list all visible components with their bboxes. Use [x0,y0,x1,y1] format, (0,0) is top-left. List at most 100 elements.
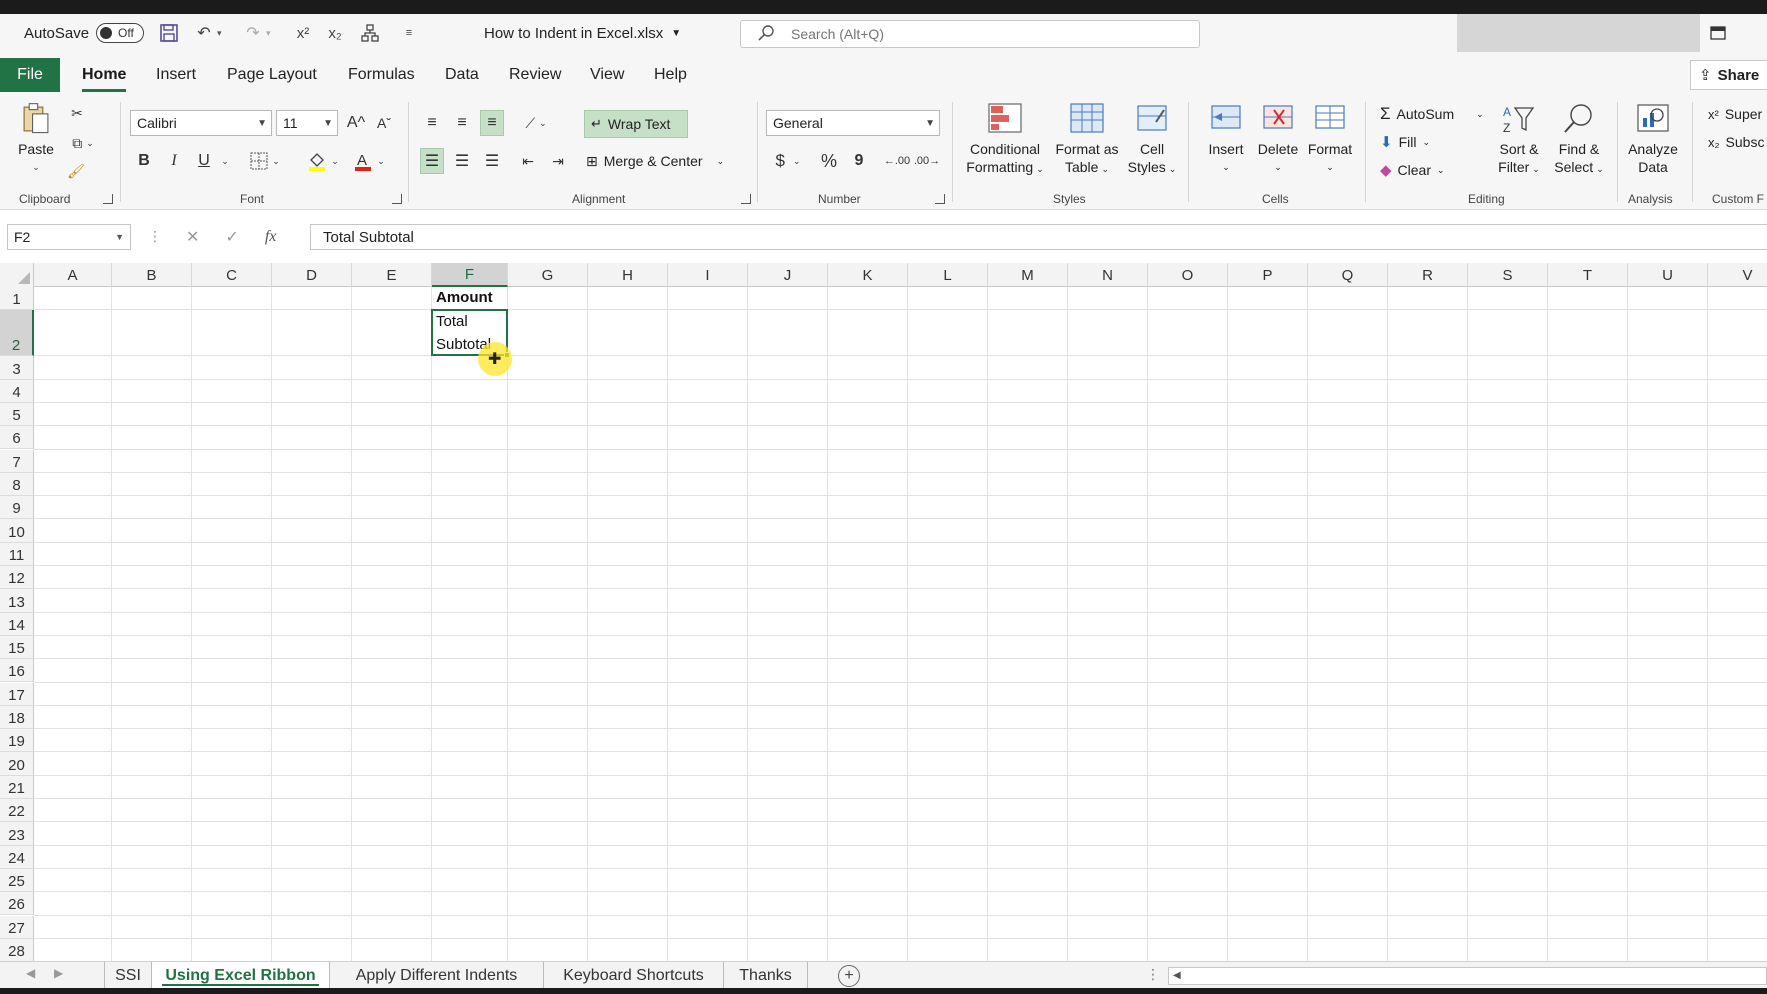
row-header-23[interactable]: 23 [0,822,34,846]
sheet-tab-apply-different-indents[interactable]: Apply Different Indents [330,962,544,989]
superscript-button[interactable]: x² Super [1708,102,1762,126]
row-header-3[interactable]: 3 [0,356,34,380]
sort-filter-button[interactable]: AZ Sort & Filter ⌄ [1490,102,1548,178]
column-header-q[interactable]: Q [1308,263,1388,287]
search-input[interactable] [791,26,1171,42]
increase-font-button[interactable]: A^ [344,110,368,136]
underline-button[interactable]: U [192,148,216,174]
sheet-tab-using-excel-ribbon[interactable]: Using Excel Ribbon [152,962,330,989]
insert-cells-button[interactable]: Insert ⌄ [1198,102,1254,176]
top-align-button[interactable]: ≡ [420,110,444,136]
row-header-19[interactable]: 19 [0,729,34,753]
wrap-text-button[interactable]: ↵ Wrap Text [584,110,688,138]
decrease-decimal-button[interactable]: .00→ [914,148,940,174]
comma-style-button[interactable]: 9 [848,148,870,174]
column-header-b[interactable]: B [112,263,192,287]
undo-button[interactable]: ↶ ▾ [193,14,221,52]
column-header-f[interactable]: F [432,263,508,287]
ribbon-display-options-icon[interactable] [1710,14,1726,52]
row-header-14[interactable]: 14 [0,612,34,636]
analyze-data-button[interactable]: Analyze Data [1624,102,1682,176]
column-header-s[interactable]: S [1468,263,1548,287]
bold-button[interactable]: B [132,148,156,174]
font-name-combo[interactable]: Calibri ▼ [130,110,272,136]
row-header-21[interactable]: 21 [0,775,34,799]
subscript-quick-button[interactable]: x₂ [324,14,346,52]
increase-indent-button[interactable]: ⇥ [546,148,570,174]
row-header-2[interactable]: 2 [0,310,34,357]
row-header-5[interactable]: 5 [0,402,34,427]
column-header-a[interactable]: A [34,263,112,287]
italic-button[interactable]: I [162,148,186,174]
row-header-8[interactable]: 8 [0,472,34,497]
number-launcher[interactable] [935,194,945,204]
tab-splitter-icon[interactable]: ⋮ [1146,966,1160,983]
tab-file[interactable]: File [0,58,60,92]
row-header-24[interactable]: 24 [0,845,34,869]
borders-button[interactable]: ⌄ [246,148,284,174]
search-box[interactable] [740,20,1200,48]
copy-button[interactable]: ⧉ ⌄ [64,132,102,154]
horizontal-scrollbar[interactable]: ◀ [1168,967,1767,985]
row-header-6[interactable]: 6 [0,426,34,450]
clipboard-launcher[interactable] [103,194,113,204]
enter-check-icon[interactable]: ✓ [225,227,238,247]
redo-dropdown-icon[interactable]: ▾ [266,28,271,39]
format-painter-button[interactable]: 🖌 [64,160,88,182]
column-header-v[interactable]: V [1708,263,1767,287]
sheet-prev-icon[interactable]: ◀ [26,966,35,980]
conditional-formatting-button[interactable]: Conditional Formatting ⌄ [960,102,1050,178]
subscript-button[interactable]: x₂ Subsc [1708,130,1764,154]
align-center-button[interactable]: ☰ [450,148,474,174]
row-header-17[interactable]: 17 [0,682,34,706]
column-header-h[interactable]: H [588,263,668,287]
fill-button[interactable]: ⬇ Fill ⌄ [1380,130,1430,154]
column-header-l[interactable]: L [908,263,988,287]
find-select-button[interactable]: Find & Select ⌄ [1550,102,1608,178]
font-color-button[interactable]: A ⌄ [350,148,388,174]
sheet-tab-keyboard-shortcuts[interactable]: Keyboard Shortcuts [544,962,724,989]
row-header-7[interactable]: 7 [0,449,34,473]
column-header-d[interactable]: D [272,263,352,287]
row-header-1[interactable]: 1 [0,287,34,311]
autosave-toggle[interactable]: Off [96,23,144,43]
decrease-font-button[interactable]: Aˇ [372,110,396,136]
row-header-26[interactable]: 26 [0,892,34,916]
column-header-r[interactable]: R [1388,263,1468,287]
bottom-align-button[interactable]: ≡ [480,110,504,136]
org-chart-quick-button[interactable] [359,14,381,52]
orientation-button[interactable]: ⟋ ⌄ [516,110,556,136]
column-header-n[interactable]: N [1068,263,1148,287]
superscript-quick-button[interactable]: x² [292,14,314,52]
sheet-next-icon[interactable]: ▶ [54,966,63,980]
row-header-11[interactable]: 11 [0,542,34,566]
row-header-10[interactable]: 10 [0,519,34,543]
row-header-18[interactable]: 18 [0,705,34,730]
document-title[interactable]: How to Indent in Excel.xlsx ▼ [484,14,681,52]
currency-button[interactable]: $ ⌄ [768,148,808,174]
scroll-left-icon[interactable]: ◀ [1173,970,1181,981]
customize-qat-button[interactable]: ≡ [398,14,420,52]
column-header-p[interactable]: P [1228,263,1308,287]
tab-review[interactable]: Review [509,58,561,92]
sheet-tab-thanks[interactable]: Thanks [724,962,808,989]
row-header-12[interactable]: 12 [0,566,34,590]
align-left-button[interactable]: ☰ [420,148,444,174]
cancel-icon[interactable]: ✕ [186,227,199,247]
tab-help[interactable]: Help [654,58,687,92]
clear-button[interactable]: ◆ Clear ⌄ [1380,158,1445,182]
column-header-k[interactable]: K [828,263,908,287]
cell-styles-button[interactable]: Cell Styles ⌄ [1124,102,1180,178]
column-header-u[interactable]: U [1628,263,1708,287]
column-header-o[interactable]: O [1148,263,1228,287]
tab-formulas[interactable]: Formulas [348,58,415,92]
add-sheet-button[interactable]: + [838,965,860,987]
tab-page-layout[interactable]: Page Layout [227,58,317,92]
underline-dropdown[interactable]: ⌄ [218,148,232,174]
paste-button[interactable]: Paste ⌄ [16,102,56,176]
insert-function-icon[interactable]: fx [265,228,277,246]
select-all-corner[interactable] [0,263,34,287]
row-header-28[interactable]: 28 [0,938,34,961]
column-header-c[interactable]: C [192,263,272,287]
row-header-15[interactable]: 15 [0,635,34,660]
